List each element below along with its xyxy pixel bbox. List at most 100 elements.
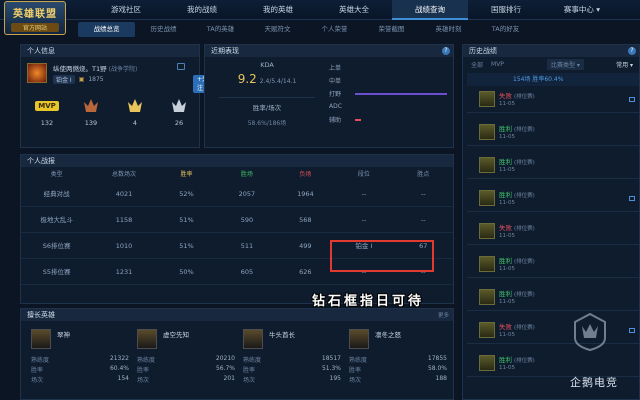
table-cell: 4021: [115, 190, 133, 198]
screenshot-icon[interactable]: [629, 328, 635, 333]
result-text: 胜利: [499, 158, 512, 166]
badge-item: 26: [157, 93, 201, 127]
subnav-tab[interactable]: 历史战绩: [135, 22, 192, 37]
help-icon[interactable]: ?: [442, 47, 450, 55]
column-header: 胜率: [180, 171, 193, 178]
match-type-dropdown[interactable]: 比赛类型 ▾: [547, 59, 584, 70]
nav-item[interactable]: 我的英雄: [240, 0, 316, 20]
stat-label: 熟练度: [31, 357, 50, 364]
kda-label: KDA: [260, 61, 274, 69]
stat-value: 58.0%: [427, 365, 447, 372]
nav-item[interactable]: 国服排行: [468, 0, 544, 20]
hero-name: 虚空先知: [163, 331, 189, 339]
more-link[interactable]: 更多: [438, 311, 449, 319]
table-cell: 经典对战: [43, 190, 70, 198]
tab-all[interactable]: 全部: [471, 60, 483, 69]
table-row: S6排位赛 1010 51% 511 499 铂金 Ⅰ 67: [21, 233, 453, 259]
winrate-value: 58.6%/186场: [247, 120, 287, 127]
panel-title: 个人信息: [21, 45, 199, 57]
subnav-tab[interactable]: 天赋符文: [249, 22, 306, 37]
stats-table: 类型 总数场次 胜率 胜场 负场 段位 胜点 经典对战 4021 52% 2057 1964 -- --…: [21, 169, 453, 285]
queue-type: (排位赛): [514, 259, 535, 265]
avatar[interactable]: [27, 63, 47, 83]
badge-count: 139: [84, 119, 98, 127]
table-cell: 1964: [297, 190, 314, 198]
table-cell: 499: [299, 242, 312, 250]
table-cell: 1010: [115, 242, 133, 250]
history-row[interactable]: 胜利 (排位赛) 11-05: [467, 285, 639, 311]
history-row[interactable]: 失败 (排位赛) 11-05: [467, 219, 639, 245]
table-cell: 52%: [179, 190, 194, 198]
nav-item[interactable]: 我的战绩: [164, 0, 240, 20]
subnav-tab[interactable]: 个人荣誉: [306, 22, 363, 37]
stat-label: 熟练度: [349, 357, 368, 364]
queue-type: (排位赛): [514, 358, 535, 364]
stat-label: 胜率: [349, 367, 362, 374]
match-date: 11-05: [499, 332, 515, 338]
nav-item[interactable]: 赛事中心 ▾: [544, 0, 620, 20]
lane-name: 上单: [329, 65, 342, 72]
panel-title: 历史战绩: [463, 45, 639, 57]
lane-bar: [355, 92, 447, 95]
help-icon[interactable]: ?: [628, 47, 636, 55]
match-date: 11-05: [499, 101, 515, 107]
queue-type: (排位赛): [514, 193, 535, 199]
history-row[interactable]: 胜利 (排位赛) 11-05: [467, 153, 639, 179]
table-cell: --: [361, 190, 367, 198]
history-row[interactable]: 胜利 (排位赛) 11-05: [467, 120, 639, 146]
lol-logo[interactable]: 英雄联盟 官方网站: [4, 1, 66, 35]
result-text: 胜利: [499, 356, 512, 364]
history-filter-tabs: 全部 MVP 比赛类型 ▾ 常用 ▾: [463, 58, 639, 71]
history-row[interactable]: 胜利 (排位赛) 11-05: [467, 186, 639, 212]
stat-label: 熟练度: [137, 357, 156, 364]
history-row[interactable]: 失败 (排位赛) 11-05: [467, 87, 639, 113]
table-cell: 568: [299, 216, 312, 224]
table-cell: 1231: [115, 268, 133, 276]
nav-item[interactable]: 英雄大全: [316, 0, 392, 20]
stat-value: 154: [117, 375, 129, 382]
mvp-label: MVP: [35, 101, 59, 111]
table-cell: 67: [419, 242, 428, 250]
match-date: 11-05: [499, 167, 515, 173]
subnav-tab[interactable]: 英雄时刻: [420, 22, 477, 37]
column-header: 胜场: [240, 171, 253, 178]
nav-item[interactable]: 战绩查询: [392, 0, 468, 20]
common-dropdown[interactable]: 常用 ▾: [616, 60, 633, 69]
hero-stats: 熟练度 18517 胜率 51.3% 场次 195: [243, 355, 341, 385]
table-cell: S5排位赛: [42, 268, 71, 276]
table-cell: 590: [240, 216, 254, 224]
stat-value: 20210: [215, 355, 235, 362]
badge-item: MVP 132: [25, 93, 69, 127]
badge-row: MVP 132 139 4 26: [25, 93, 215, 127]
subnav-tab[interactable]: 战绩总览: [78, 22, 135, 37]
queue-type: (排位赛): [514, 325, 535, 331]
tab-mvp[interactable]: MVP: [491, 61, 504, 68]
subnav-tab[interactable]: TA的好友: [477, 22, 534, 37]
result-text: 胜利: [499, 125, 512, 133]
table-cell: --: [420, 216, 426, 224]
badge-item: 4: [113, 93, 157, 127]
lane-row: ADC: [329, 100, 453, 113]
penguin-esports-logo: [574, 312, 606, 352]
stat-label: 场次: [137, 377, 150, 384]
screenshot-icon[interactable]: [629, 97, 635, 102]
lane-name: 中单: [329, 78, 342, 85]
subnav-tab[interactable]: 荣誉截图: [363, 22, 420, 37]
champion-icon: [479, 289, 495, 305]
copy-icon[interactable]: [177, 63, 185, 70]
champion-icon: [479, 355, 495, 371]
history-row[interactable]: 胜利 (排位赛) 11-05: [467, 252, 639, 278]
subnav-tab[interactable]: TA的英雄: [192, 22, 249, 37]
badge-count: 132: [40, 119, 54, 127]
history-row[interactable]: 失败 (排位赛) 11-05: [467, 318, 639, 344]
tier-line: 铂金 Ⅰ ▣ 1875: [53, 75, 104, 84]
result-text: 胜利: [499, 191, 512, 199]
table-cell: 51%: [179, 242, 194, 250]
hero-name: 牛头酋长: [269, 331, 295, 339]
table-row: 极地大乱斗 1158 51% 590 568 -- --: [21, 207, 453, 233]
stat-label: 胜率: [243, 367, 256, 374]
screenshot-icon[interactable]: [629, 196, 635, 201]
lane-name: ADC: [329, 103, 342, 110]
result-text: 胜利: [499, 257, 512, 265]
nav-item[interactable]: 游戏社区: [88, 0, 164, 20]
